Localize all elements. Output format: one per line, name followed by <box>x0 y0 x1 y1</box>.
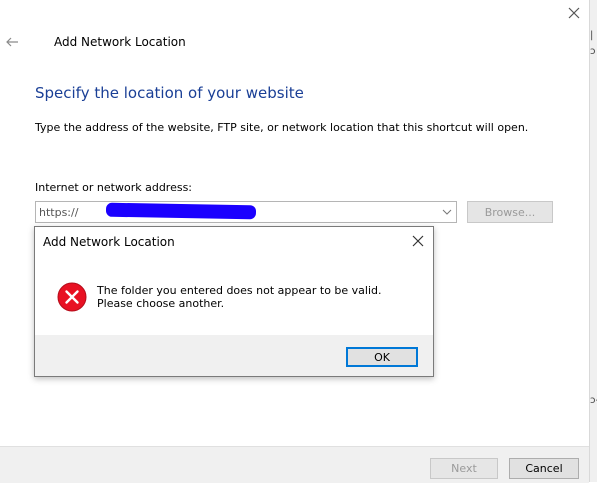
next-button[interactable]: Next <box>430 458 498 479</box>
error-message: The folder you entered does not appear t… <box>97 284 382 310</box>
redaction-mark <box>105 202 257 220</box>
dialog-footer: OK <box>35 335 433 376</box>
edge-text: ɔ <box>590 46 596 57</box>
wizard-title: Add Network Location <box>54 35 186 49</box>
edge-text: | <box>590 30 594 41</box>
close-icon[interactable] <box>411 234 425 248</box>
background-window-edge: | ɔ ɔ- <box>589 0 597 482</box>
page-heading: Specify the location of your website <box>35 84 304 102</box>
page-description: Type the address of the website, FTP sit… <box>35 121 529 134</box>
close-icon[interactable] <box>566 5 582 21</box>
browse-button[interactable]: Browse... <box>467 201 553 223</box>
address-value: https:// <box>39 206 79 219</box>
dialog-title: Add Network Location <box>43 235 175 249</box>
address-label: Internet or network address: <box>35 181 193 194</box>
cancel-button[interactable]: Cancel <box>509 458 579 479</box>
edge-text: ɔ- <box>590 395 597 406</box>
address-combobox[interactable]: https:// <box>35 201 457 223</box>
wizard-footer: Next Cancel <box>0 446 589 483</box>
error-dialog: Add Network Location The folder you ente… <box>34 226 434 377</box>
error-icon <box>57 282 87 312</box>
back-arrow-icon[interactable] <box>5 35 19 49</box>
ok-button[interactable]: OK <box>346 347 418 367</box>
chevron-down-icon[interactable] <box>442 207 452 217</box>
